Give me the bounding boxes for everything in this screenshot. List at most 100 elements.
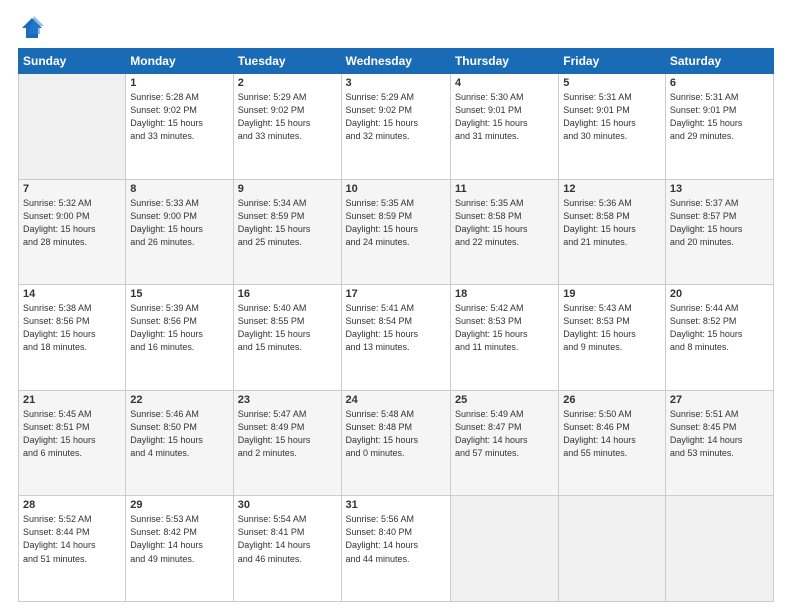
logo [18, 14, 50, 42]
day-info: Sunrise: 5:50 AM Sunset: 8:46 PM Dayligh… [563, 408, 661, 460]
day-info: Sunrise: 5:37 AM Sunset: 8:57 PM Dayligh… [670, 197, 769, 249]
day-cell: 1 Sunrise: 5:28 AM Sunset: 9:02 PM Daylig… [126, 74, 233, 180]
day-info: Sunrise: 5:56 AM Sunset: 8:40 PM Dayligh… [346, 513, 446, 565]
day-info: Sunrise: 5:29 AM Sunset: 9:02 PM Dayligh… [238, 91, 337, 143]
calendar-table: SundayMondayTuesdayWednesdayThursdayFrid… [18, 48, 774, 602]
day-number: 30 [238, 499, 337, 511]
day-number: 26 [563, 394, 661, 406]
col-header-saturday: Saturday [665, 49, 773, 74]
day-info: Sunrise: 5:52 AM Sunset: 8:44 PM Dayligh… [23, 513, 121, 565]
day-cell: 13 Sunrise: 5:37 AM Sunset: 8:57 PM Dayli… [665, 179, 773, 285]
day-number: 3 [346, 77, 446, 89]
day-cell [559, 496, 666, 602]
week-row-1: 1 Sunrise: 5:28 AM Sunset: 9:02 PM Daylig… [19, 74, 774, 180]
week-row-5: 28 Sunrise: 5:52 AM Sunset: 8:44 PM Dayli… [19, 496, 774, 602]
day-info: Sunrise: 5:38 AM Sunset: 8:56 PM Dayligh… [23, 302, 121, 354]
logo-icon [18, 14, 46, 42]
day-number: 6 [670, 77, 769, 89]
day-number: 22 [130, 394, 228, 406]
col-header-thursday: Thursday [450, 49, 558, 74]
day-cell: 6 Sunrise: 5:31 AM Sunset: 9:01 PM Daylig… [665, 74, 773, 180]
day-number: 25 [455, 394, 554, 406]
day-number: 17 [346, 288, 446, 300]
day-number: 7 [23, 183, 121, 195]
day-number: 27 [670, 394, 769, 406]
day-info: Sunrise: 5:39 AM Sunset: 8:56 PM Dayligh… [130, 302, 228, 354]
day-number: 18 [455, 288, 554, 300]
day-cell: 23 Sunrise: 5:47 AM Sunset: 8:49 PM Dayli… [233, 390, 341, 496]
day-number: 19 [563, 288, 661, 300]
col-header-monday: Monday [126, 49, 233, 74]
day-cell: 8 Sunrise: 5:33 AM Sunset: 9:00 PM Daylig… [126, 179, 233, 285]
day-info: Sunrise: 5:34 AM Sunset: 8:59 PM Dayligh… [238, 197, 337, 249]
day-number: 15 [130, 288, 228, 300]
day-cell: 18Sunrise: 5:42 AM Sunset: 8:53 PM Dayli… [450, 285, 558, 391]
day-cell: 2 Sunrise: 5:29 AM Sunset: 9:02 PM Daylig… [233, 74, 341, 180]
header [18, 10, 774, 42]
day-info: Sunrise: 5:43 AM Sunset: 8:53 PM Dayligh… [563, 302, 661, 354]
day-cell: 31 Sunrise: 5:56 AM Sunset: 8:40 PM Dayli… [341, 496, 450, 602]
day-cell: 4Sunrise: 5:30 AM Sunset: 9:01 PM Daylig… [450, 74, 558, 180]
header-row: SundayMondayTuesdayWednesdayThursdayFrid… [19, 49, 774, 74]
day-cell: 30 Sunrise: 5:54 AM Sunset: 8:41 PM Dayli… [233, 496, 341, 602]
day-info: Sunrise: 5:46 AM Sunset: 8:50 PM Dayligh… [130, 408, 228, 460]
week-row-2: 7 Sunrise: 5:32 AM Sunset: 9:00 PM Daylig… [19, 179, 774, 285]
day-cell: 17 Sunrise: 5:41 AM Sunset: 8:54 PM Dayli… [341, 285, 450, 391]
day-info: Sunrise: 5:51 AM Sunset: 8:45 PM Dayligh… [670, 408, 769, 460]
day-cell: 20 Sunrise: 5:44 AM Sunset: 8:52 PM Dayli… [665, 285, 773, 391]
day-number: 20 [670, 288, 769, 300]
day-number: 5 [563, 77, 661, 89]
day-info: Sunrise: 5:31 AM Sunset: 9:01 PM Dayligh… [563, 91, 661, 143]
day-number: 12 [563, 183, 661, 195]
day-cell: 11Sunrise: 5:35 AM Sunset: 8:58 PM Dayli… [450, 179, 558, 285]
day-info: Sunrise: 5:41 AM Sunset: 8:54 PM Dayligh… [346, 302, 446, 354]
day-cell: 24Sunrise: 5:48 AM Sunset: 8:48 PM Dayli… [341, 390, 450, 496]
week-row-4: 21Sunrise: 5:45 AM Sunset: 8:51 PM Dayli… [19, 390, 774, 496]
day-info: Sunrise: 5:31 AM Sunset: 9:01 PM Dayligh… [670, 91, 769, 143]
day-number: 31 [346, 499, 446, 511]
day-cell: 25 Sunrise: 5:49 AM Sunset: 8:47 PM Dayli… [450, 390, 558, 496]
day-info: Sunrise: 5:28 AM Sunset: 9:02 PM Dayligh… [130, 91, 228, 143]
day-number: 1 [130, 77, 228, 89]
day-cell [450, 496, 558, 602]
col-header-sunday: Sunday [19, 49, 126, 74]
day-info: Sunrise: 5:32 AM Sunset: 9:00 PM Dayligh… [23, 197, 121, 249]
day-number: 13 [670, 183, 769, 195]
day-info: Sunrise: 5:44 AM Sunset: 8:52 PM Dayligh… [670, 302, 769, 354]
day-number: 10 [346, 183, 446, 195]
day-cell: 22 Sunrise: 5:46 AM Sunset: 8:50 PM Dayli… [126, 390, 233, 496]
day-info: Sunrise: 5:53 AM Sunset: 8:42 PM Dayligh… [130, 513, 228, 565]
day-cell: 27 Sunrise: 5:51 AM Sunset: 8:45 PM Dayli… [665, 390, 773, 496]
day-number: 8 [130, 183, 228, 195]
day-info: Sunrise: 5:33 AM Sunset: 9:00 PM Dayligh… [130, 197, 228, 249]
day-cell [19, 74, 126, 180]
day-number: 2 [238, 77, 337, 89]
day-number: 16 [238, 288, 337, 300]
day-cell: 9 Sunrise: 5:34 AM Sunset: 8:59 PM Daylig… [233, 179, 341, 285]
day-cell: 7 Sunrise: 5:32 AM Sunset: 9:00 PM Daylig… [19, 179, 126, 285]
day-info: Sunrise: 5:54 AM Sunset: 8:41 PM Dayligh… [238, 513, 337, 565]
day-number: 28 [23, 499, 121, 511]
day-info: Sunrise: 5:47 AM Sunset: 8:49 PM Dayligh… [238, 408, 337, 460]
col-header-tuesday: Tuesday [233, 49, 341, 74]
day-info: Sunrise: 5:40 AM Sunset: 8:55 PM Dayligh… [238, 302, 337, 354]
day-info: Sunrise: 5:35 AM Sunset: 8:58 PM Dayligh… [455, 197, 554, 249]
day-info: Sunrise: 5:36 AM Sunset: 8:58 PM Dayligh… [563, 197, 661, 249]
day-cell: 10Sunrise: 5:35 AM Sunset: 8:59 PM Dayli… [341, 179, 450, 285]
day-number: 23 [238, 394, 337, 406]
day-cell: 29Sunrise: 5:53 AM Sunset: 8:42 PM Dayli… [126, 496, 233, 602]
day-cell: 21Sunrise: 5:45 AM Sunset: 8:51 PM Dayli… [19, 390, 126, 496]
col-header-wednesday: Wednesday [341, 49, 450, 74]
day-cell: 3Sunrise: 5:29 AM Sunset: 9:02 PM Daylig… [341, 74, 450, 180]
day-info: Sunrise: 5:45 AM Sunset: 8:51 PM Dayligh… [23, 408, 121, 460]
day-number: 14 [23, 288, 121, 300]
day-cell: 28 Sunrise: 5:52 AM Sunset: 8:44 PM Dayli… [19, 496, 126, 602]
day-cell: 19 Sunrise: 5:43 AM Sunset: 8:53 PM Dayli… [559, 285, 666, 391]
day-number: 9 [238, 183, 337, 195]
day-number: 4 [455, 77, 554, 89]
day-cell [665, 496, 773, 602]
calendar-page: SundayMondayTuesdayWednesdayThursdayFrid… [0, 0, 792, 612]
day-info: Sunrise: 5:48 AM Sunset: 8:48 PM Dayligh… [346, 408, 446, 460]
day-info: Sunrise: 5:49 AM Sunset: 8:47 PM Dayligh… [455, 408, 554, 460]
day-cell: 12 Sunrise: 5:36 AM Sunset: 8:58 PM Dayli… [559, 179, 666, 285]
